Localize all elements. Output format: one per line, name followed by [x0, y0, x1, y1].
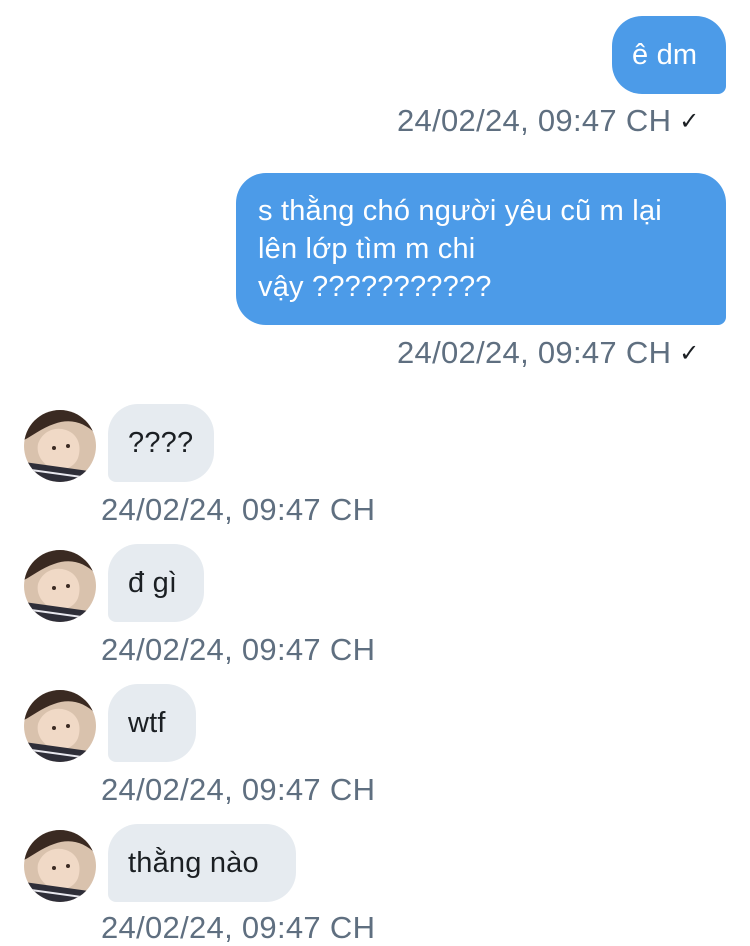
timestamp-text: 24/02/24, 09:47 CH: [397, 103, 672, 138]
read-check-icon: ✓: [679, 340, 700, 367]
message-timestamp: 24/02/24, 09:47 CH: [101, 632, 376, 667]
received-message-bubble[interactable]: đ gì: [108, 544, 204, 622]
message-timestamp: 24/02/24, 09:47 CH: [101, 772, 376, 807]
avatar-photo-icon: [24, 690, 96, 762]
received-message-bubble[interactable]: thằng nào: [108, 824, 296, 902]
message-timestamp: 24/02/24, 09:47 CH: [101, 492, 376, 527]
avatar-photo-icon: [24, 830, 96, 902]
timestamp-text: 24/02/24, 09:47 CH: [397, 335, 672, 370]
avatar-photo-icon: [24, 550, 96, 622]
contact-avatar[interactable]: [24, 830, 96, 902]
contact-avatar[interactable]: [24, 410, 96, 482]
chat-thread: ê dm 24/02/24, 09:47 CH ✓ s thằng chó ngư…: [0, 0, 750, 945]
contact-avatar[interactable]: [24, 690, 96, 762]
message-timestamp: 24/02/24, 09:47 CH: [101, 910, 376, 945]
message-timestamp: 24/02/24, 09:47 CH ✓: [397, 335, 700, 372]
read-check-icon: ✓: [679, 108, 700, 135]
contact-avatar[interactable]: [24, 550, 96, 622]
received-message-bubble[interactable]: ????: [108, 404, 214, 482]
sent-message-bubble[interactable]: ê dm: [612, 16, 726, 94]
received-message-bubble[interactable]: wtf: [108, 684, 196, 762]
sent-message-bubble[interactable]: s thằng chó người yêu cũ m lại lên lớp t…: [236, 173, 726, 325]
avatar-photo-icon: [24, 410, 96, 482]
message-timestamp: 24/02/24, 09:47 CH ✓: [397, 103, 700, 140]
